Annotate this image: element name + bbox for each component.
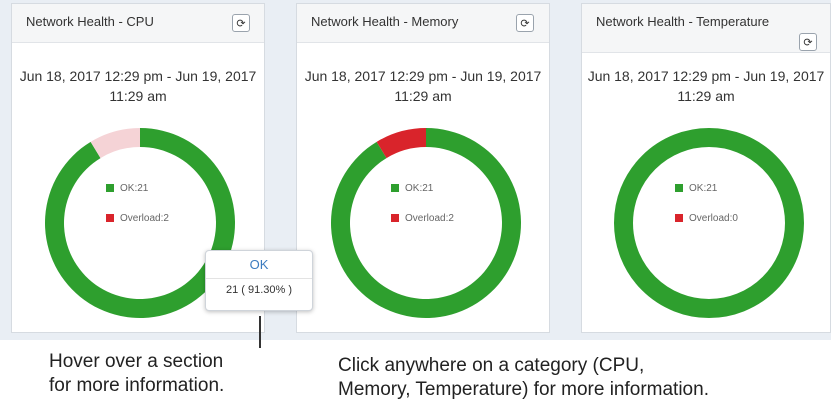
- date-range: Jun 18, 2017 12:29 pm - Jun 19, 2017 11:…: [304, 68, 542, 104]
- memory-health-widget[interactable]: Network Health - Memory ⟳ Jun 18, 2017 1…: [296, 3, 550, 333]
- widget-title: Network Health - Memory: [311, 14, 459, 29]
- overload-swatch: [106, 214, 114, 222]
- chart-legend: OK:21 Overload:2: [106, 182, 169, 242]
- date-range: Jun 18, 2017 12:29 pm - Jun 19, 2017 11:…: [587, 68, 825, 104]
- legend-ok-label: OK:21: [689, 182, 718, 194]
- legend-ok: OK:21: [391, 182, 454, 194]
- legend-overload-label: Overload:0: [689, 212, 738, 224]
- chart-tooltip: OK 21 ( 91.30% ): [205, 250, 313, 311]
- refresh-icon[interactable]: ⟳: [799, 33, 817, 51]
- legend-overload: Overload:2: [106, 212, 169, 224]
- tooltip-title: OK: [249, 257, 269, 272]
- legend-ok: OK:21: [106, 182, 169, 194]
- widget-header: Network Health - Temperature ⟳: [582, 4, 830, 53]
- overload-swatch: [391, 214, 399, 222]
- callout-line: [259, 316, 261, 348]
- temperature-health-widget[interactable]: Network Health - Temperature ⟳ Jun 18, 2…: [581, 3, 831, 333]
- ok-swatch: [391, 184, 399, 192]
- legend-ok-label: OK:21: [120, 182, 149, 194]
- overload-segment[interactable]: [90, 128, 140, 159]
- legend-ok: OK:21: [675, 182, 738, 194]
- ok-swatch: [675, 184, 683, 192]
- tooltip-divider: [206, 278, 312, 279]
- ok-swatch: [106, 184, 114, 192]
- legend-overload-label: Overload:2: [120, 212, 169, 224]
- hover-caption-line2: for more information.: [49, 375, 225, 396]
- refresh-icon[interactable]: ⟳: [516, 14, 534, 32]
- chart-legend: OK:21 Overload:0: [675, 182, 738, 242]
- chart-legend: OK:21 Overload:2: [391, 182, 454, 242]
- widget-header: Network Health - CPU ⟳: [12, 4, 264, 43]
- tooltip-value: 21 ( 91.30% ): [225, 284, 293, 296]
- click-caption-line2: Memory, Temperature) for more informatio…: [338, 379, 709, 400]
- hover-caption: Hover over a section for more informatio…: [49, 350, 224, 398]
- click-caption-line1: Click anywhere on a category (CPU,: [338, 355, 645, 376]
- widget-header: Network Health - Memory ⟳: [297, 4, 549, 43]
- refresh-icon[interactable]: ⟳: [232, 14, 250, 32]
- legend-overload: Overload:2: [391, 212, 454, 224]
- date-range: Jun 18, 2017 12:29 pm - Jun 19, 2017 11:…: [19, 68, 257, 104]
- legend-overload-label: Overload:2: [405, 212, 454, 224]
- legend-ok-label: OK:21: [405, 182, 434, 194]
- overload-segment[interactable]: [376, 128, 426, 159]
- widget-title: Network Health - CPU: [26, 14, 154, 29]
- widget-title: Network Health - Temperature: [596, 14, 770, 29]
- overload-swatch: [675, 214, 683, 222]
- hover-caption-line1: Hover over a section: [49, 351, 224, 372]
- legend-overload: Overload:0: [675, 212, 738, 224]
- click-caption: Click anywhere on a category (CPU, Memor…: [338, 354, 709, 402]
